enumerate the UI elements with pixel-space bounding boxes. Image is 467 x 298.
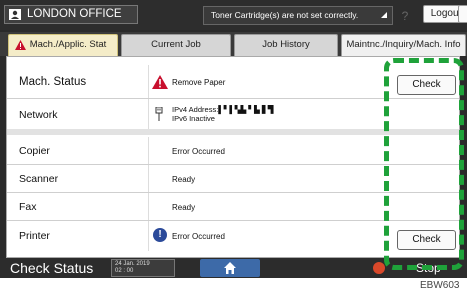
toner-message[interactable]: Toner Cartridge(s) are not set correctly… xyxy=(203,6,393,25)
tab-label: Mach./Applic. Stat xyxy=(29,39,107,50)
column-divider xyxy=(148,99,149,129)
mach-status-value: Remove Paper xyxy=(172,78,226,87)
network-label: Network xyxy=(19,109,58,121)
column-divider xyxy=(148,65,149,98)
column-divider xyxy=(148,165,149,192)
office-name-field[interactable]: LONDON OFFICE xyxy=(4,5,138,24)
row-network: Network IPv4 Address:▌▘▌▚▙ ▘▙ ▋▜ IPv6 In… xyxy=(7,99,459,129)
ipv4-address: IPv4 Address:▌▘▌▚▙ ▘▙ ▋▜ xyxy=(172,105,274,114)
tab-bar: Mach./Applic. Stat Current Job Job Histo… xyxy=(0,32,467,56)
printer-label: Printer xyxy=(19,230,50,242)
network-cable-icon xyxy=(155,107,163,121)
stop-icon[interactable] xyxy=(373,262,385,274)
tab-label: Current Job xyxy=(151,39,201,50)
time-text: 02 : 00 xyxy=(115,268,134,274)
home-button[interactable] xyxy=(200,259,260,277)
mach-status-check-button[interactable]: Check xyxy=(397,75,456,95)
row-printer: Printer ! Error Occurred xyxy=(7,221,459,251)
warning-icon xyxy=(15,40,26,50)
scanner-value: Ready xyxy=(172,175,196,184)
column-divider xyxy=(148,221,149,251)
arrow-icon xyxy=(381,12,387,18)
fax-value: Ready xyxy=(172,203,196,212)
top-bar: LONDON OFFICE Toner Cartridge(s) are not… xyxy=(0,0,467,30)
mach-status-label: Mach. Status xyxy=(19,76,87,88)
date-time-display: 24 Jan. 2019 02 : 00 xyxy=(111,259,175,277)
column-divider xyxy=(148,137,149,164)
ipv6-status: IPv6 Inactive xyxy=(172,114,215,123)
check-status-label[interactable]: Check Status xyxy=(10,260,93,276)
section-divider xyxy=(7,129,459,135)
printer-check-button[interactable]: Check xyxy=(397,230,456,250)
warning-icon xyxy=(152,75,168,89)
row-copier: Copier Error Occurred xyxy=(7,137,459,165)
tab-label: Job History xyxy=(262,39,310,50)
copier-value: Error Occurred xyxy=(172,147,225,156)
fax-label: Fax xyxy=(19,201,37,213)
tab-current-job[interactable]: Current Job xyxy=(121,34,231,56)
user-icon xyxy=(9,9,21,20)
bottom-bar: Check Status 24 Jan. 2019 02 : 00 Stop xyxy=(0,258,467,278)
home-icon xyxy=(224,262,236,274)
tab-job-history[interactable]: Job History xyxy=(234,34,338,56)
row-fax: Fax Ready xyxy=(7,193,459,221)
toner-message-text: Toner Cartridge(s) are not set correctly… xyxy=(211,10,359,20)
info-icon: ! xyxy=(153,228,167,242)
help-icon[interactable]: ? xyxy=(398,9,412,23)
status-panel: Mach. Status Remove Paper Network IPv4 A… xyxy=(6,56,460,258)
copier-label: Copier xyxy=(19,145,50,157)
energy-saver-button[interactable] xyxy=(458,5,467,23)
row-scanner: Scanner Ready xyxy=(7,165,459,193)
scanner-label: Scanner xyxy=(19,173,59,185)
date-text: 24 Jan. 2019 xyxy=(115,261,150,267)
figure-code: EBW603 xyxy=(420,280,460,291)
moon-icon xyxy=(460,9,465,19)
office-name-text: LONDON OFFICE xyxy=(27,8,122,20)
tab-label: Maintnc./Inquiry/Mach. Info xyxy=(346,39,461,50)
stop-label[interactable]: Stop xyxy=(416,261,441,275)
printer-value: Error Occurred xyxy=(172,232,225,241)
tab-maintnc-inquiry[interactable]: Maintnc./Inquiry/Mach. Info xyxy=(341,34,466,56)
row-mach-status: Mach. Status Remove Paper xyxy=(7,65,459,99)
tab-mach-applic-stat[interactable]: Mach./Applic. Stat xyxy=(8,34,118,56)
device-screen: LONDON OFFICE Toner Cartridge(s) are not… xyxy=(0,0,467,278)
column-divider xyxy=(148,193,149,220)
